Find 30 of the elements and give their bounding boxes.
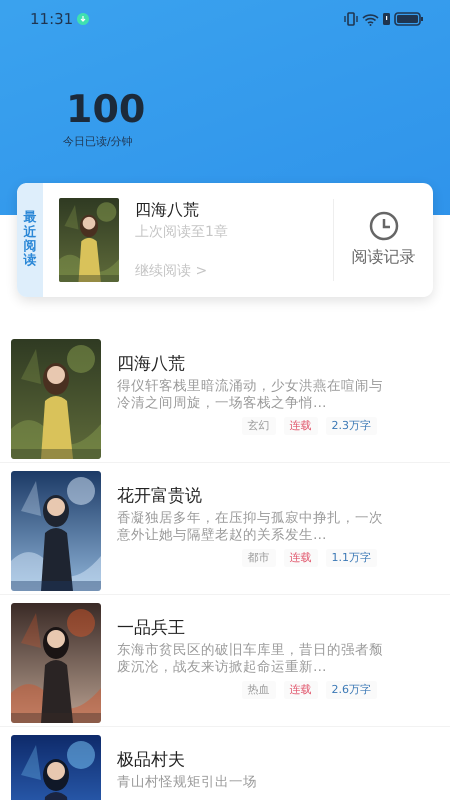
word-count-tag: 1.1万字 [326,548,377,568]
book-title[interactable]: 四海八荒 [117,352,395,378]
reading-history-button[interactable]: 阅读记录 [333,199,433,281]
status-time: 11:31 [30,8,74,30]
genre-tag: 玄幻 [242,416,276,436]
battery-saver-icon [383,13,390,25]
reading-minutes: 100 [66,90,146,128]
last-chapter-text: 上次阅读至1章 [135,223,228,242]
book-description: 青山村怪规矩引出一场 [117,774,258,792]
genre-tag: 都市 [242,548,276,568]
book-title[interactable]: 四海八荒 [135,198,228,222]
recent-reading-label: 最近阅读 [24,211,36,269]
book-description: 得仪轩客栈里暗流涌动，少女洪燕在喧闹与冷清之间周旋，一场客栈之争悄… [117,378,384,413]
app-notification-icon [77,13,90,25]
book-description: 东海市贫民区的破旧车库里，昔日的强者颓废沉沦，战友来访掀起命运重新… [117,642,384,677]
clock-icon [368,211,398,241]
genre-tag: 热血 [242,680,276,700]
status-tag: 连载 [284,680,318,700]
book-title[interactable]: 花开富贵说 [117,484,395,510]
word-count-tag: 2.6万字 [326,680,377,700]
status-tag: 连载 [284,416,318,436]
wifi-icon [362,12,379,26]
vibrate-icon [344,12,358,26]
book-title[interactable]: 极品村夫 [117,748,395,774]
battery-icon [394,12,424,26]
book-description: 香凝独居多年，在压抑与孤寂中挣扎，一次意外让她与隔壁老赵的关系发生… [117,510,384,545]
book-title[interactable]: 一品兵王 [117,616,395,642]
reading-minutes-label: 今日已读/分钟 [63,134,134,150]
word-count-tag: 2.3万字 [326,416,377,436]
status-tag: 连载 [284,548,318,568]
